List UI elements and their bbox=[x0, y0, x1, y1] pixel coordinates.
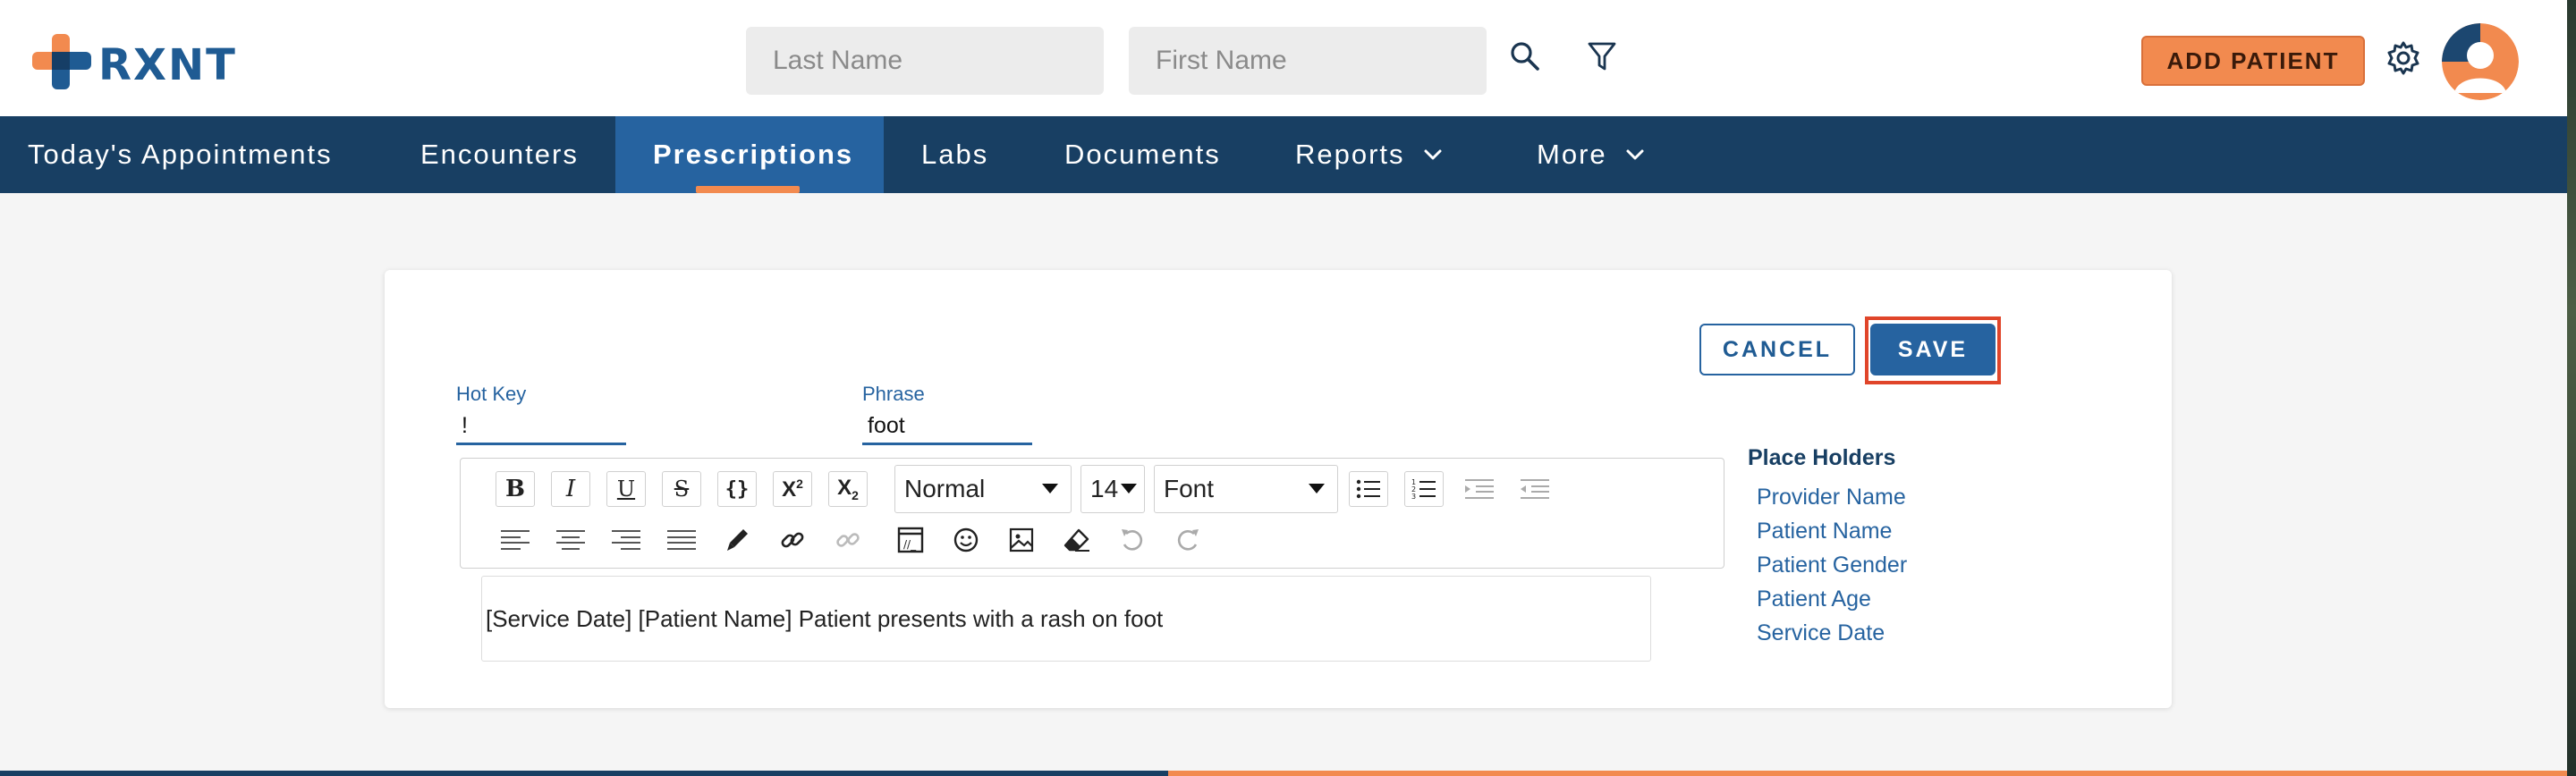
main-nav: Today's Appointments Encounters Prescrip… bbox=[0, 116, 2567, 193]
nav-label: More bbox=[1537, 139, 1607, 170]
nav-encounters[interactable]: Encounters bbox=[372, 116, 615, 193]
italic-icon[interactable]: I bbox=[551, 471, 590, 507]
eraser-icon[interactable] bbox=[1057, 522, 1097, 558]
indent-icon[interactable] bbox=[1460, 471, 1499, 507]
align-right-icon[interactable] bbox=[606, 522, 646, 558]
unlink-icon[interactable] bbox=[828, 522, 868, 558]
svg-text://_: //_ bbox=[903, 538, 917, 551]
app-header: RXNT ADD PATIENT bbox=[0, 0, 2567, 116]
svg-text:3: 3 bbox=[1411, 493, 1416, 500]
nav-label: Reports bbox=[1295, 139, 1405, 170]
font-size-select[interactable]: 14 bbox=[1080, 465, 1145, 513]
nav-labs[interactable]: Labs bbox=[884, 116, 1025, 193]
hot-key-input[interactable]: ! bbox=[456, 409, 626, 445]
rxnt-logo[interactable]: RXNT bbox=[30, 30, 237, 93]
image-icon[interactable] bbox=[1002, 522, 1041, 558]
rxnt-cross-icon bbox=[32, 34, 91, 89]
placeholder-patient-name[interactable]: Patient Name bbox=[1757, 519, 1892, 544]
last-name-input[interactable] bbox=[746, 27, 1104, 95]
font-family-select[interactable]: Font bbox=[1154, 465, 1338, 513]
chevron-down-icon bbox=[1423, 148, 1443, 161]
background-strip bbox=[2567, 0, 2576, 776]
superscript-icon[interactable]: X2 bbox=[773, 471, 812, 507]
bold-icon[interactable]: B bbox=[496, 471, 535, 507]
phrase-label: Phrase bbox=[862, 383, 925, 405]
save-button[interactable]: SAVE bbox=[1870, 324, 1996, 375]
search-icon[interactable] bbox=[1503, 34, 1547, 79]
nav-todays-appointments[interactable]: Today's Appointments bbox=[0, 116, 372, 193]
nav-reports[interactable]: Reports bbox=[1256, 116, 1487, 193]
bullet-list-icon[interactable] bbox=[1349, 471, 1388, 507]
nav-label: Prescriptions bbox=[653, 139, 854, 170]
first-name-input[interactable] bbox=[1129, 27, 1487, 95]
align-justify-icon[interactable] bbox=[662, 522, 701, 558]
subscript-icon[interactable]: X2 bbox=[828, 471, 868, 507]
caret-down-icon bbox=[1309, 484, 1325, 493]
align-center-icon[interactable] bbox=[551, 522, 590, 558]
placeholder-patient-age[interactable]: Patient Age bbox=[1757, 586, 1871, 612]
cancel-button[interactable]: CANCEL bbox=[1699, 324, 1855, 375]
link-icon[interactable] bbox=[773, 522, 812, 558]
footer-accent bbox=[1168, 771, 2567, 776]
embed-icon[interactable]: //_ bbox=[891, 522, 930, 558]
hot-key-label: Hot Key bbox=[456, 383, 527, 405]
font-size-value: 14 bbox=[1090, 475, 1119, 502]
add-patient-button[interactable]: ADD PATIENT bbox=[2141, 36, 2365, 86]
redo-icon[interactable] bbox=[1168, 522, 1208, 558]
color-picker-icon[interactable] bbox=[717, 522, 757, 558]
editor-content[interactable]: [Service Date] [Patient Name] Patient pr… bbox=[481, 576, 1651, 662]
chevron-down-icon bbox=[1625, 148, 1645, 161]
nav-label: Today's Appointments bbox=[28, 139, 333, 170]
font-family-value: Font bbox=[1164, 475, 1215, 502]
numbered-list-icon[interactable]: 123 bbox=[1404, 471, 1444, 507]
active-tab-indicator bbox=[696, 186, 800, 193]
emoji-icon[interactable] bbox=[946, 522, 986, 558]
caret-down-icon bbox=[1121, 484, 1137, 493]
nav-label: Encounters bbox=[420, 139, 579, 170]
block-format-select[interactable]: Normal bbox=[894, 465, 1072, 513]
nav-more[interactable]: More bbox=[1487, 116, 1683, 193]
filter-icon[interactable] bbox=[1580, 34, 1624, 79]
nav-label: Documents bbox=[1064, 139, 1221, 170]
placeholder-provider-name[interactable]: Provider Name bbox=[1757, 485, 1906, 510]
nav-documents[interactable]: Documents bbox=[1025, 116, 1256, 193]
strikethrough-icon[interactable]: S bbox=[662, 471, 701, 507]
user-avatar-icon[interactable] bbox=[2442, 23, 2519, 100]
undo-icon[interactable] bbox=[1113, 522, 1152, 558]
caret-down-icon bbox=[1042, 484, 1058, 493]
block-format-value: Normal bbox=[904, 475, 986, 502]
outdent-icon[interactable] bbox=[1515, 471, 1555, 507]
underline-icon[interactable]: U bbox=[606, 471, 646, 507]
logo-text: RXNT bbox=[98, 40, 237, 90]
align-left-icon[interactable] bbox=[496, 522, 535, 558]
placeholder-service-date[interactable]: Service Date bbox=[1757, 620, 1885, 646]
nav-label: Labs bbox=[921, 139, 989, 170]
placeholders-title: Place Holders bbox=[1748, 445, 1896, 470]
placeholder-patient-gender[interactable]: Patient Gender bbox=[1757, 552, 1907, 578]
code-icon[interactable]: {} bbox=[717, 471, 757, 507]
phrase-input[interactable]: foot bbox=[862, 409, 1032, 445]
gear-icon[interactable] bbox=[2381, 36, 2426, 80]
phrase-editor-card: CANCEL SAVE Hot Key ! Phrase foot B I U … bbox=[385, 270, 2172, 708]
nav-prescriptions[interactable]: Prescriptions bbox=[615, 116, 884, 193]
